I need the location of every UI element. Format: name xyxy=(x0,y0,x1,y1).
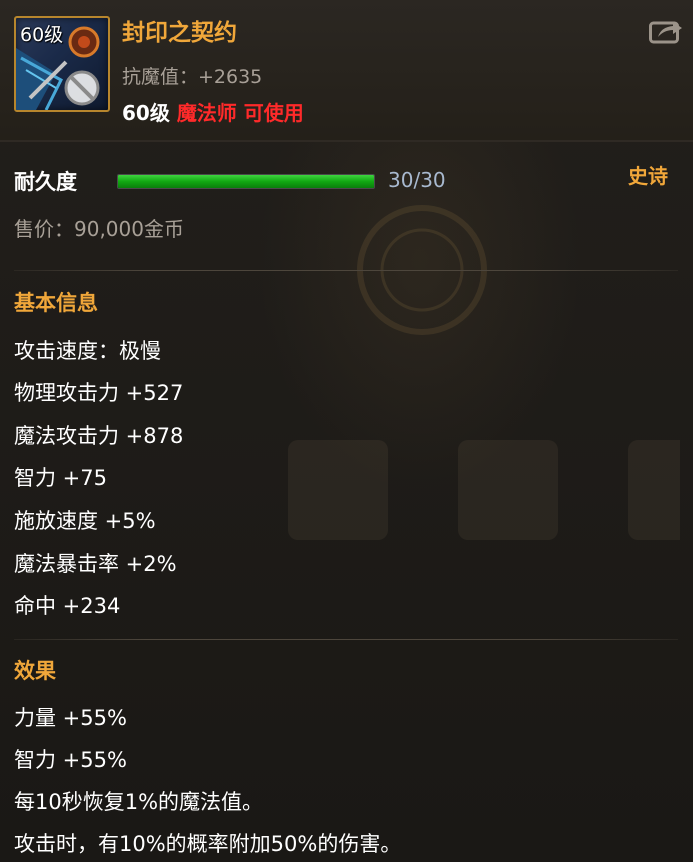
rarity-label: 史诗 xyxy=(628,164,668,188)
stat-intelligence: 智力 +75 xyxy=(14,466,107,490)
item-level-badge: 60级 xyxy=(20,24,64,46)
sell-price: 售价：90,000金币 xyxy=(14,217,184,241)
effect-line: 智力 +55% xyxy=(14,748,127,772)
item-requirement: 60级 魔法师 可使用 xyxy=(122,97,304,126)
item-resist-value: 抗魔值：+2635 xyxy=(122,66,263,88)
requirement-class: 魔法师 可使用 xyxy=(176,101,304,125)
share-icon[interactable] xyxy=(649,18,683,44)
item-tooltip: 60级 封印之契约 抗魔值：+2635 60级 魔法师 可使用 耐久度 30/3… xyxy=(0,0,693,862)
stat-cast-speed: 施放速度 +5% xyxy=(14,509,156,533)
stat-magic-attack: 魔法攻击力 +878 xyxy=(14,424,184,448)
effect-line: 每10秒恢复1%的魔法值。 xyxy=(14,790,264,814)
divider-effects xyxy=(14,639,678,640)
divider-top xyxy=(14,270,678,271)
durability-bar xyxy=(117,174,375,189)
stat-magic-crit: 魔法暴击率 +2% xyxy=(14,552,177,576)
durability-value: 30/30 xyxy=(388,168,446,192)
requirement-level: 60级 xyxy=(122,101,170,125)
stat-attack-speed: 攻击速度：极慢 xyxy=(14,339,161,363)
item-name: 封印之契约 xyxy=(122,20,237,46)
stat-hit-rate: 命中 +234 xyxy=(14,594,121,618)
effect-line: 力量 +55% xyxy=(14,706,127,730)
durability-bar-fill xyxy=(118,175,374,188)
item-icon-frame[interactable]: 60级 xyxy=(14,16,110,112)
background-slot-icon xyxy=(288,440,680,540)
basic-info-title: 基本信息 xyxy=(14,291,98,315)
stat-physical-attack: 物理攻击力 +527 xyxy=(14,381,184,405)
effects-title: 效果 xyxy=(14,659,56,683)
durability-label: 耐久度 xyxy=(14,170,77,194)
effect-line: 攻击时，有10%的概率附加50%的伤害。 xyxy=(14,832,402,856)
tooltip-header: 60级 封印之契约 抗魔值：+2635 60级 魔法师 可使用 xyxy=(0,0,693,142)
